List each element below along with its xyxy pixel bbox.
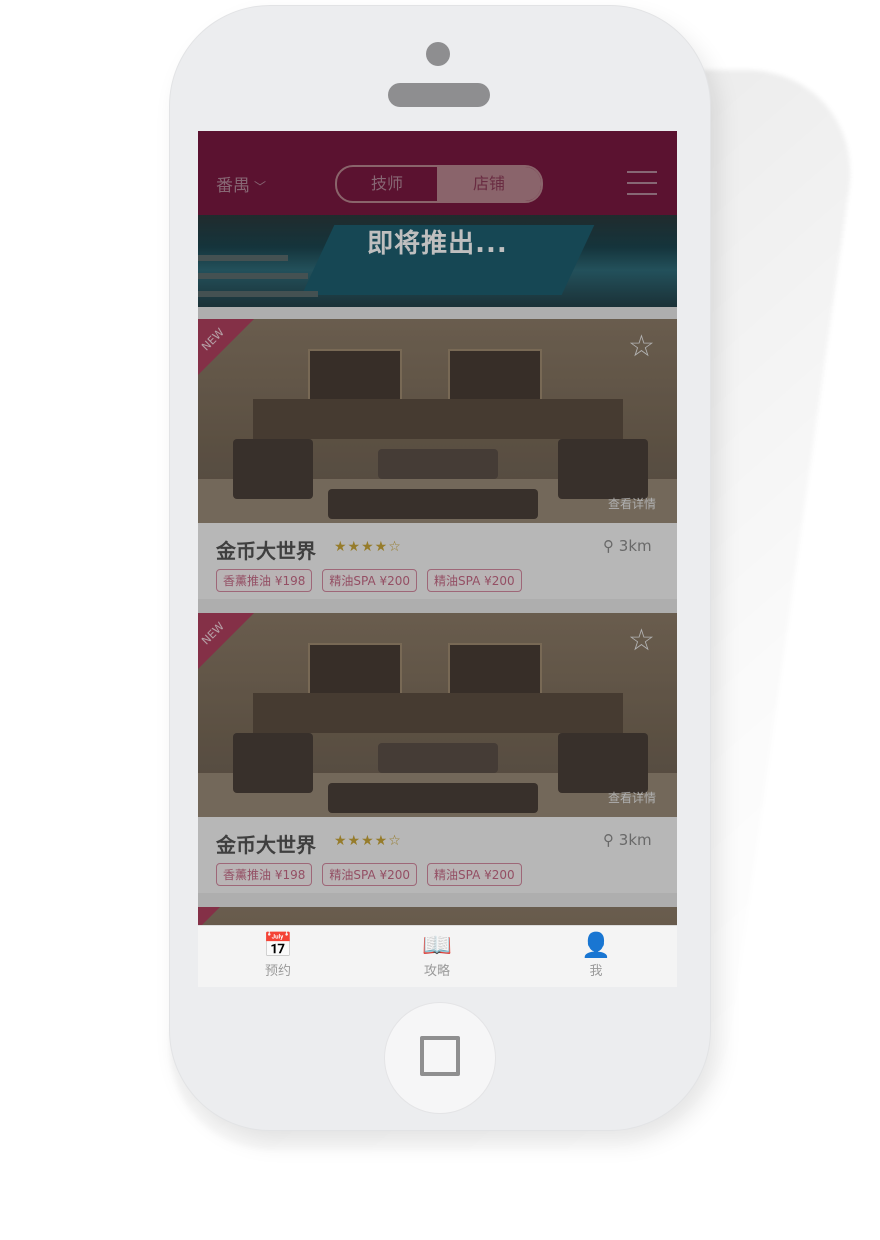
sofa-decor xyxy=(328,489,538,519)
window-decor xyxy=(448,643,542,697)
sofa-decor xyxy=(233,733,313,793)
home-square-icon xyxy=(420,1036,460,1076)
sofa-decor xyxy=(233,439,313,499)
tab-me[interactable]: 👤 我 xyxy=(556,930,636,979)
service-tag[interactable]: 香薰推油 ¥198 xyxy=(216,863,313,886)
lounge-chair xyxy=(198,291,318,297)
city-label: 番禺 xyxy=(216,176,250,196)
promo-banner[interactable]: 即将推出... xyxy=(198,215,677,307)
window-decor xyxy=(448,349,542,403)
speaker-grille xyxy=(388,83,490,107)
reception-desk xyxy=(253,399,623,439)
camera-icon xyxy=(426,42,450,66)
sofa-decor xyxy=(558,439,648,499)
service-tags: 香薰推油 ¥198 精油SPA ¥200 精油SPA ¥200 xyxy=(216,569,532,592)
location-pin-icon: ⚲ xyxy=(603,831,614,849)
tab-booking[interactable]: 📅 预约 xyxy=(238,930,318,979)
bottom-tab-bar: 📅 预约 📖 攻略 👤 我 xyxy=(198,925,677,987)
tab-guide[interactable]: 📖 攻略 xyxy=(397,930,477,979)
app-header: 番禺 ﹀ 技师 店铺 xyxy=(198,131,677,215)
store-card[interactable]: NEW ☆ 查看详情 金币大世界 ★★★★☆ ⚲ 3km 香薰推油 ¥198 精油… xyxy=(198,319,677,599)
table-decor xyxy=(378,449,498,479)
hamburger-icon[interactable] xyxy=(627,171,657,195)
city-selector[interactable]: 番禺 ﹀ xyxy=(216,171,266,196)
lounge-chair xyxy=(198,273,308,279)
window-decor xyxy=(308,349,402,403)
chevron-down-icon: ﹀ xyxy=(254,180,267,194)
reception-desk xyxy=(253,693,623,733)
store-photo xyxy=(198,613,677,817)
segment-control: 技师 店铺 xyxy=(335,165,543,203)
service-tag[interactable]: 香薰推油 ¥198 xyxy=(216,569,313,592)
view-details-link[interactable]: 查看详情 xyxy=(608,789,656,806)
sofa-decor xyxy=(558,733,648,793)
service-tags: 香薰推油 ¥198 精油SPA ¥200 精油SPA ¥200 xyxy=(216,863,532,886)
store-name: 金币大世界 xyxy=(216,539,316,563)
store-card[interactable]: NEW ☆ 查看详情 金币大世界 ★★★★☆ ⚲ 3km 香薰推油 ¥198 精油… xyxy=(198,613,677,893)
distance: ⚲ 3km xyxy=(603,831,652,849)
calendar-icon: 📅 xyxy=(263,931,293,959)
store-photo xyxy=(198,319,677,523)
store-name: 金币大世界 xyxy=(216,833,316,857)
star-outline-icon[interactable]: ☆ xyxy=(628,329,655,364)
rating-stars: ★★★★☆ xyxy=(334,539,402,555)
book-icon: 📖 xyxy=(422,931,452,959)
rating-stars: ★★★★☆ xyxy=(334,833,402,849)
service-tag[interactable]: 精油SPA ¥200 xyxy=(322,863,418,886)
service-tag[interactable]: 精油SPA ¥200 xyxy=(322,569,418,592)
tab-label: 攻略 xyxy=(423,964,450,979)
user-icon: 👤 xyxy=(581,931,611,959)
window-decor xyxy=(308,643,402,697)
view-details-link[interactable]: 查看详情 xyxy=(608,495,656,512)
service-tag[interactable]: 精油SPA ¥200 xyxy=(427,569,522,592)
distance-value: 3km xyxy=(618,831,652,849)
tab-label: 预约 xyxy=(264,964,291,979)
banner-title: 即将推出... xyxy=(367,229,508,259)
distance-value: 3km xyxy=(618,537,652,555)
service-tag[interactable]: 精油SPA ¥200 xyxy=(427,863,522,886)
star-outline-icon[interactable]: ☆ xyxy=(628,623,655,658)
location-pin-icon: ⚲ xyxy=(603,537,614,555)
sofa-decor xyxy=(328,783,538,813)
table-decor xyxy=(378,743,498,773)
tab-label: 我 xyxy=(589,964,603,979)
app-screen: 番禺 ﹀ 技师 店铺 即将推出... NEW ☆ 查看详情 金币大世界 ★★★★… xyxy=(198,131,677,987)
tab-store[interactable]: 店铺 xyxy=(437,167,541,201)
distance: ⚲ 3km xyxy=(603,537,652,555)
tab-technician[interactable]: 技师 xyxy=(337,167,437,201)
